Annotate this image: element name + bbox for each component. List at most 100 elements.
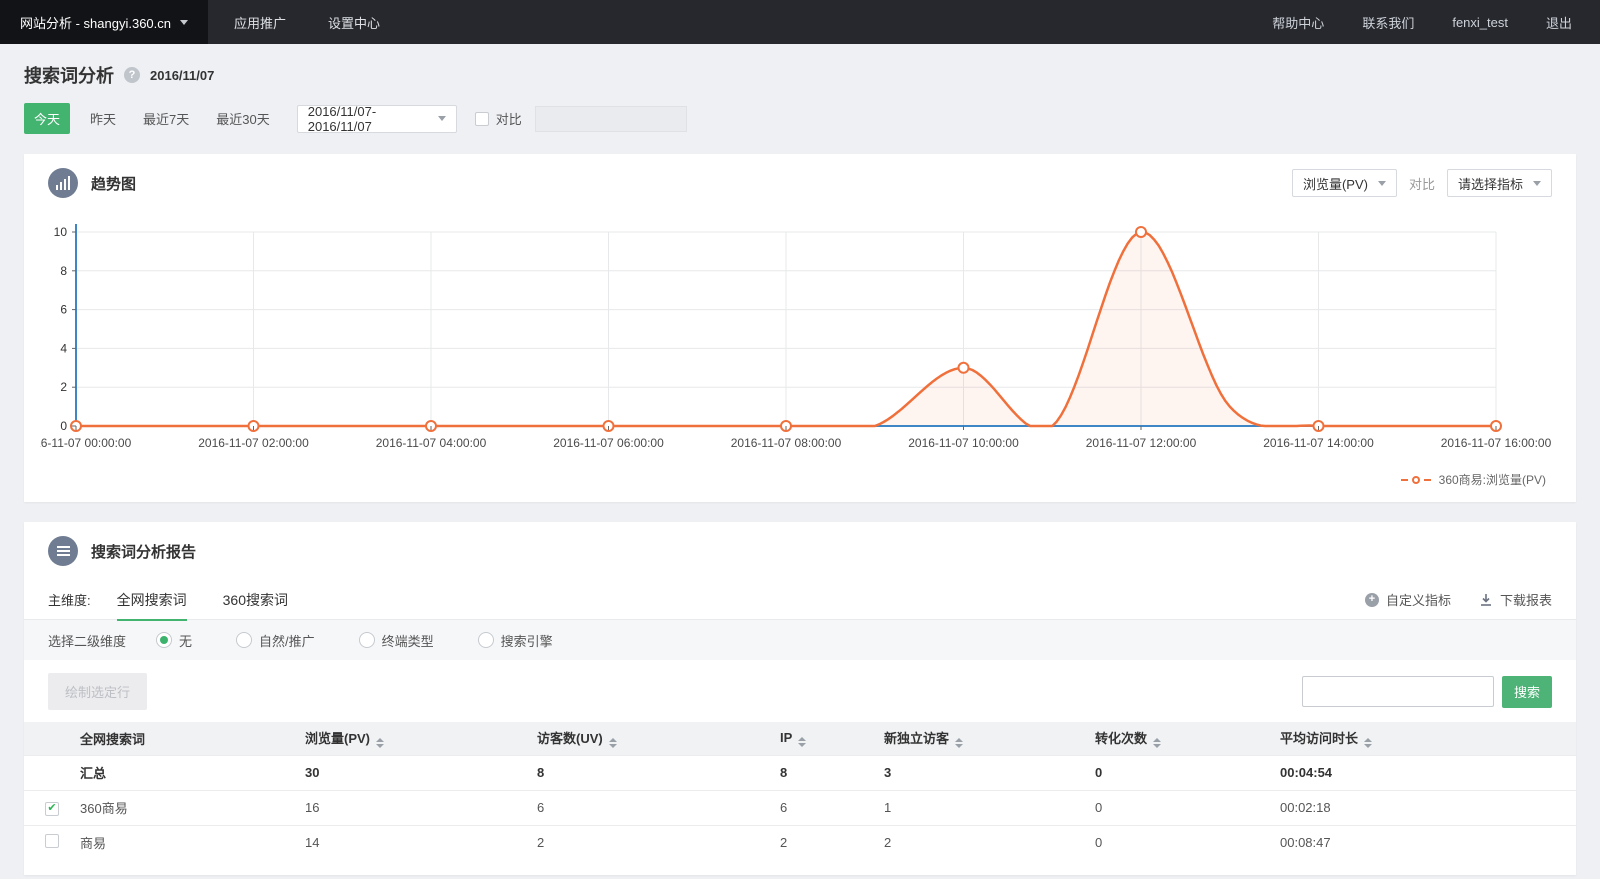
legend-marker-icon [1412, 476, 1420, 484]
quick-range-option[interactable]: 最近30天 [216, 109, 269, 128]
legend-marker-icon [1424, 479, 1431, 481]
trend-controls: 浏览量(PV) 对比 请选择指标 [1292, 169, 1552, 197]
sort-icon [1364, 738, 1372, 748]
radio-label: 自然/推广 [259, 631, 315, 650]
radio-自然/推广[interactable]: 自然/推广 [236, 631, 315, 650]
column-header[interactable]: 转化次数 [1095, 722, 1280, 755]
value-cell: 0 [1095, 790, 1280, 825]
value-cell: 00:04:54 [1280, 755, 1576, 790]
value-cell: 8 [537, 755, 780, 790]
keyword-cell: 汇总 [80, 755, 305, 790]
dimension-label: 主维度: [48, 590, 91, 609]
plot-selected-rows-button[interactable]: 绘制选定行 [48, 673, 147, 710]
sort-icon [609, 738, 617, 748]
help-icon[interactable]: ? [124, 67, 140, 83]
compare-label: 对比 [496, 109, 522, 128]
quick-range-group: 今天 昨天 最近7天 最近30天 [24, 103, 297, 134]
legend-label: 360商易:浏览量(PV) [1439, 471, 1546, 488]
chevron-down-icon [180, 20, 188, 25]
trend-card-header: 趋势图 浏览量(PV) 对比 请选择指标 [24, 154, 1576, 212]
column-header[interactable]: 浏览量(PV) [305, 722, 537, 755]
value-cell: 00:02:18 [1280, 790, 1576, 825]
dimension-tabs-row: 主维度: 全网搜索词 360搜索词 + 自定义指标 下载报表 [24, 580, 1576, 620]
site-switcher[interactable]: 网站分析 - shangyi.360.cn [0, 0, 208, 44]
compare-metric-select[interactable]: 请选择指标 [1447, 169, 1552, 197]
help-center-link[interactable]: 帮助中心 [1272, 13, 1324, 32]
radio-搜索引擎[interactable]: 搜索引擎 [478, 631, 553, 650]
quick-range-active[interactable]: 今天 [24, 103, 70, 134]
column-header[interactable]: 新独立访客 [884, 722, 1095, 755]
radio-终端类型[interactable]: 终端类型 [359, 631, 434, 650]
svg-text:2016-11-07 02:00:00: 2016-11-07 02:00:00 [198, 436, 309, 450]
keyword-search-input[interactable] [1302, 676, 1494, 707]
value-cell: 00:08:47 [1280, 825, 1576, 860]
list-icon [48, 536, 78, 566]
date-filter-bar: 今天 昨天 最近7天 最近30天 2016/11/07-2016/11/07 对比 [0, 88, 1600, 134]
date-range-select[interactable]: 2016/11/07-2016/11/07 [297, 105, 457, 133]
svg-text:2016-11-07 14:00:00: 2016-11-07 14:00:00 [1263, 436, 1374, 450]
column-header[interactable]: 平均访问时长 [1280, 722, 1576, 755]
svg-text:10: 10 [54, 225, 68, 239]
username-link[interactable]: fenxi_test [1452, 15, 1508, 30]
svg-text:2016-11-07 16:00:00: 2016-11-07 16:00:00 [1441, 436, 1552, 450]
table-header: 全网搜索词 浏览量(PV)访客数(UV) IP 新独立访客转化次数 平均访问时长 [24, 722, 1576, 755]
quick-range-option[interactable]: 最近7天 [143, 109, 189, 128]
sort-icon [798, 737, 806, 747]
chevron-down-icon [1533, 181, 1541, 186]
customize-metrics-label: 自定义指标 [1386, 590, 1451, 609]
secondary-dimension-label: 选择二级维度 [48, 631, 126, 650]
metric-select[interactable]: 浏览量(PV) [1292, 169, 1397, 197]
logout-link[interactable]: 退出 [1546, 13, 1572, 32]
compare-checkbox[interactable] [475, 112, 489, 126]
table-body: 汇总30883000:04:54✔360商易16661000:02:18商易14… [24, 755, 1576, 860]
menu-app-promotion[interactable]: 应用推广 [234, 13, 286, 32]
tab-全网搜索词[interactable]: 全网搜索词 [117, 580, 187, 620]
search-terms-table: 全网搜索词 浏览量(PV)访客数(UV) IP 新独立访客转化次数 平均访问时长 汇总3… [24, 722, 1576, 860]
radio-label: 无 [179, 631, 192, 650]
svg-text:2016-11-07 04:00:00: 2016-11-07 04:00:00 [376, 436, 487, 450]
quick-range-option[interactable]: 昨天 [90, 109, 116, 128]
column-header-label: IP [780, 730, 792, 745]
svg-text:2016-11-07 10:00:00: 2016-11-07 10:00:00 [908, 436, 1019, 450]
radio-icon [156, 632, 172, 648]
menu-settings-center[interactable]: 设置中心 [328, 13, 380, 32]
column-header-label: 全网搜索词 [80, 732, 145, 747]
radio-label: 搜索引擎 [501, 631, 553, 650]
report-actions: + 自定义指标 下载报表 [1365, 590, 1552, 609]
report-card-title: 搜索词分析报告 [91, 541, 196, 562]
column-header-label: 访客数(UV) [537, 731, 603, 746]
report-card-header: 搜索词分析报告 [24, 522, 1576, 580]
contact-us-link[interactable]: 联系我们 [1362, 13, 1414, 32]
svg-text:6: 6 [60, 303, 67, 317]
compare-date-input-disabled [535, 106, 687, 132]
page-header: 搜索词分析 ? 2016/11/07 [0, 44, 1600, 88]
row-checkbox[interactable] [45, 834, 59, 848]
download-report-button[interactable]: 下载报表 [1479, 590, 1552, 609]
brand-label: 网站分析 - shangyi.360.cn [20, 13, 171, 32]
svg-text:2016-11-07 08:00:00: 2016-11-07 08:00:00 [731, 436, 842, 450]
column-header-label: 转化次数 [1095, 731, 1147, 746]
legend-marker-icon [1401, 479, 1408, 481]
svg-text:2016-11-07 12:00:00: 2016-11-07 12:00:00 [1086, 436, 1197, 450]
circle-plus-icon: + [1365, 593, 1379, 607]
bar-chart-icon [48, 168, 78, 198]
search-button[interactable]: 搜索 [1502, 676, 1552, 708]
table-row: ✔360商易16661000:02:18 [24, 790, 1576, 825]
sort-icon [1153, 738, 1161, 748]
customize-metrics-button[interactable]: + 自定义指标 [1365, 590, 1451, 609]
row-checkbox-checked[interactable]: ✔ [45, 802, 59, 816]
value-cell: 16 [305, 790, 537, 825]
column-header[interactable]: IP [780, 722, 884, 755]
column-header[interactable]: 访客数(UV) [537, 722, 780, 755]
radio-无[interactable]: 无 [156, 631, 192, 650]
keyword-cell: 商易 [80, 825, 305, 860]
svg-text:8: 8 [60, 264, 67, 278]
keyword-cell: 360商易 [80, 790, 305, 825]
compare-metric-value: 请选择指标 [1458, 174, 1523, 193]
chart-legend[interactable]: 360商易:浏览量(PV) [24, 467, 1576, 502]
tab-360搜索词[interactable]: 360搜索词 [223, 580, 288, 620]
top-menu: 应用推广 设置中心 [234, 0, 380, 44]
chevron-down-icon [1378, 181, 1386, 186]
row-checkbox-cell [24, 825, 80, 860]
chevron-down-icon [438, 116, 446, 121]
